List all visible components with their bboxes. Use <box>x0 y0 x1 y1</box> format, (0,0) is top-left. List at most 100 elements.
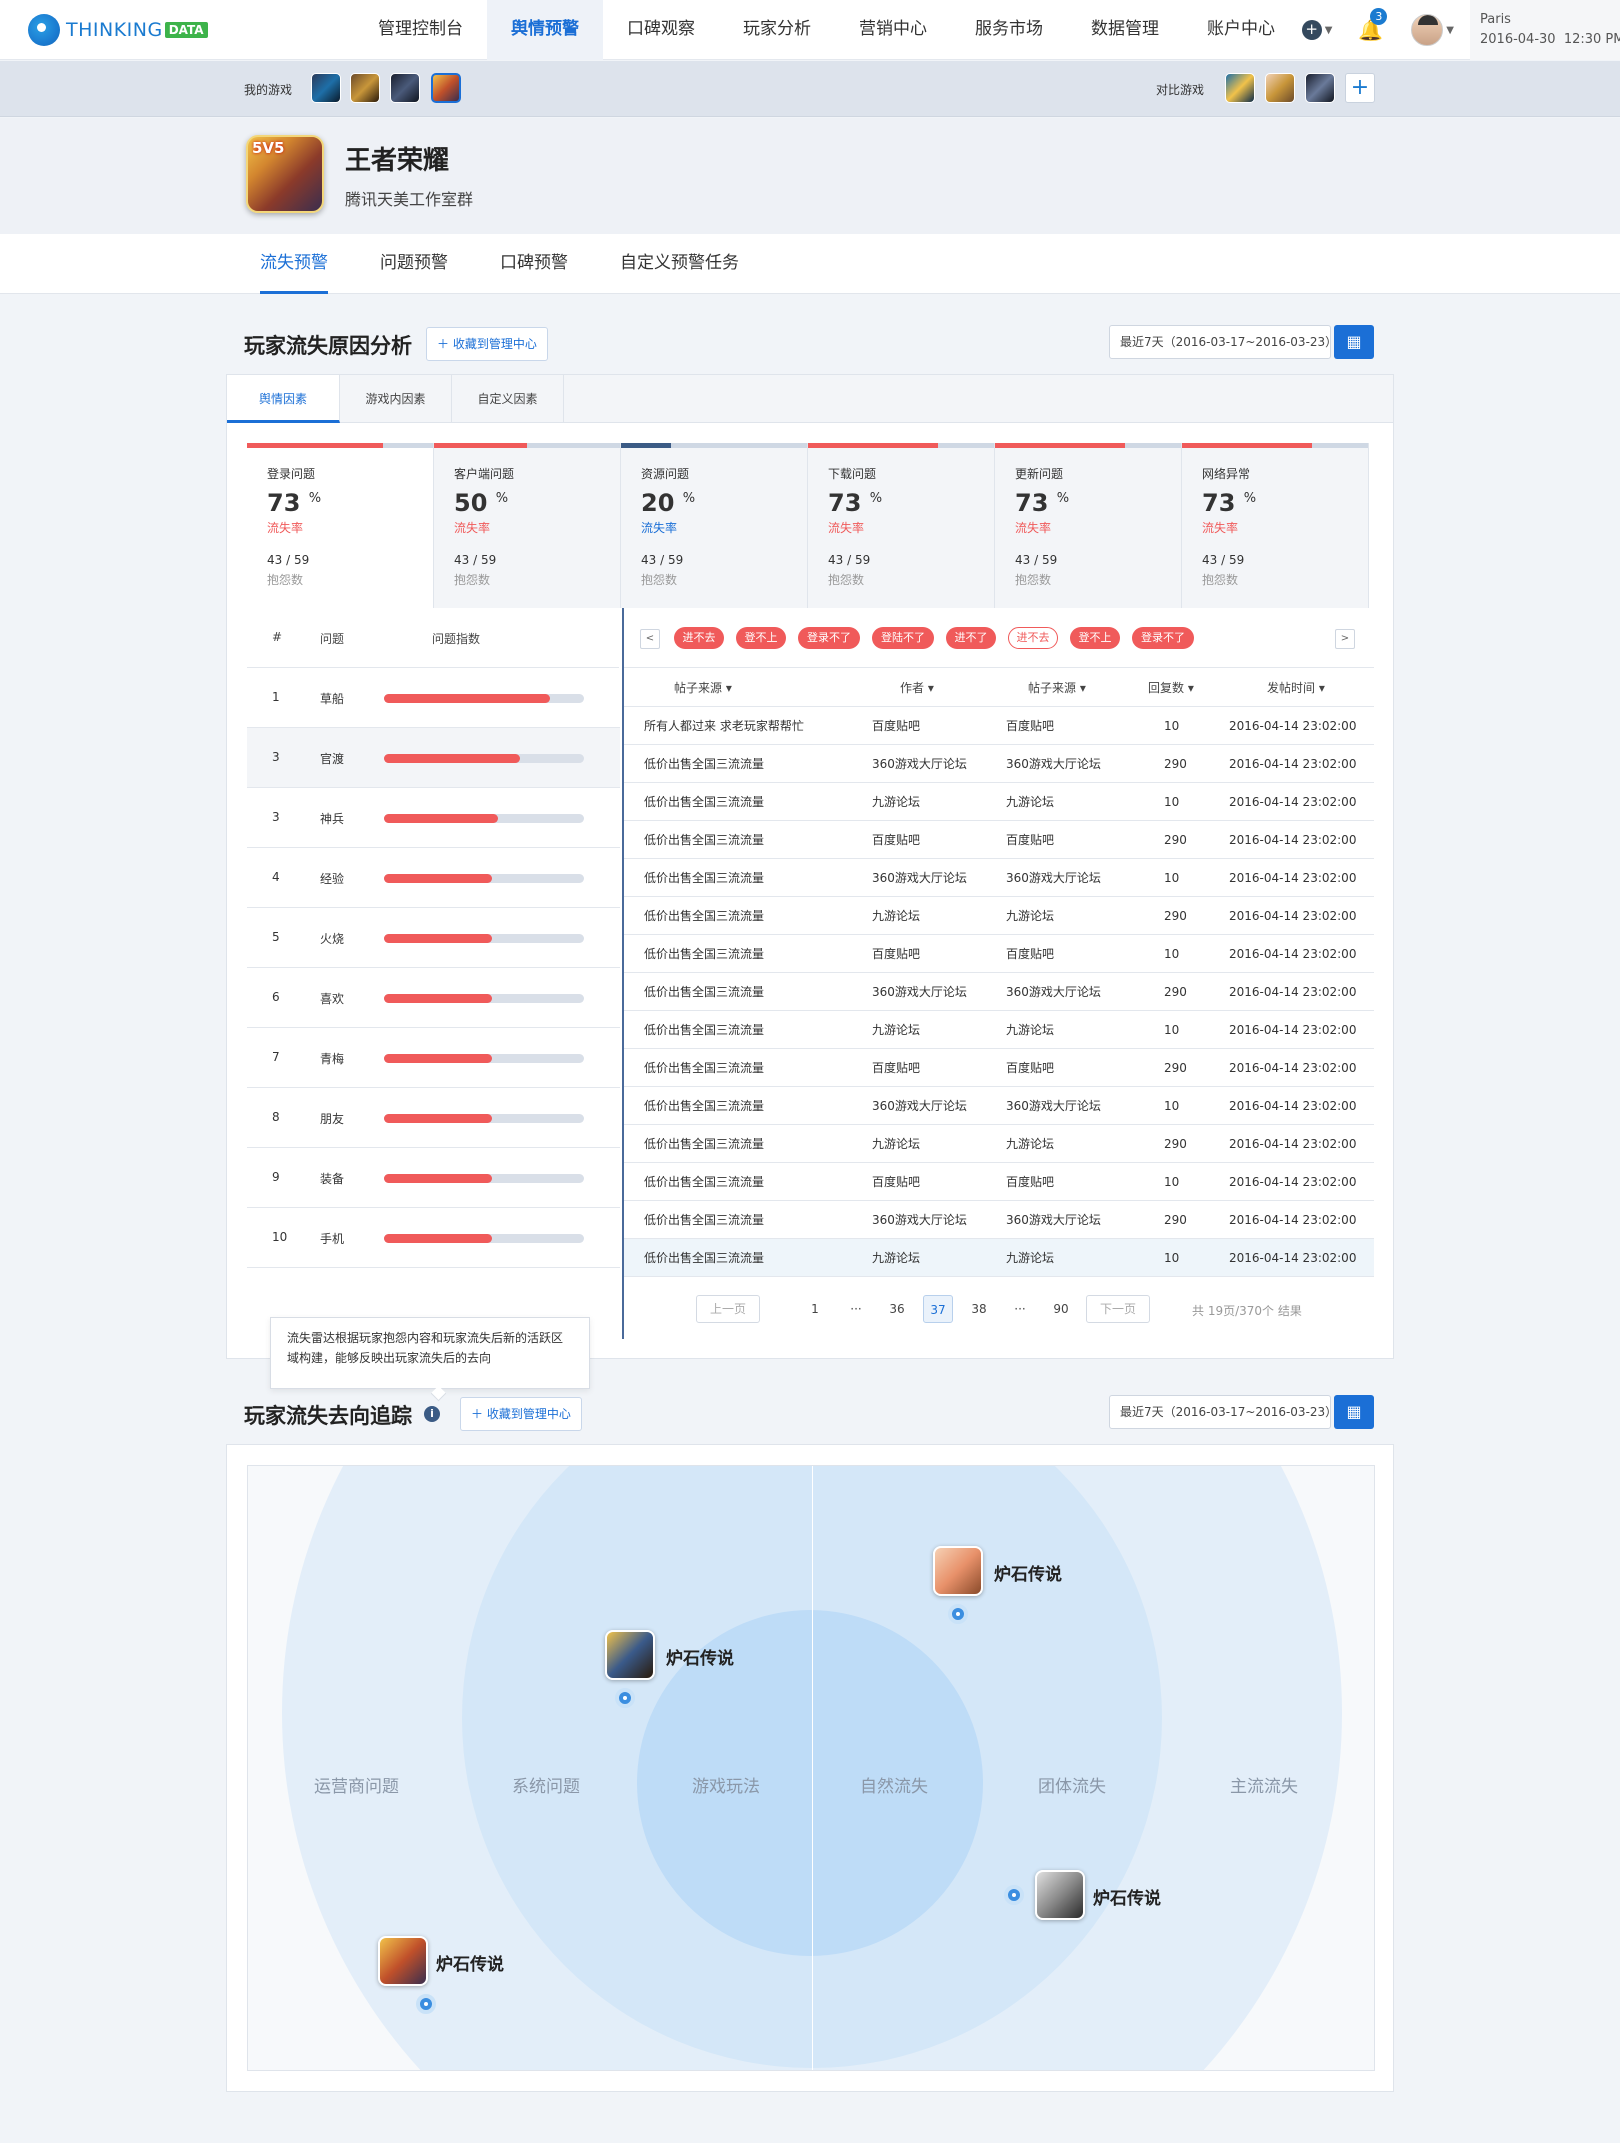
tab-churn-warning[interactable]: 流失预警 <box>260 234 328 294</box>
table-row[interactable]: 低价出售全国三流流量 360游戏大厅论坛 360游戏大厅论坛 290 2016-04-1… <box>624 1201 1374 1239</box>
nav-item[interactable]: 数据管理 <box>1067 0 1183 60</box>
game-marker-icon[interactable] <box>378 1936 428 1986</box>
table-cell[interactable]: 低价出售全国三流流量 <box>644 783 764 821</box>
metric-card[interactable]: 更新问题 73 % 流失率 43 / 59 抱怨数 <box>995 443 1182 608</box>
tab-reputation-warning[interactable]: 口碑预警 <box>500 234 568 294</box>
keyword-tag[interactable]: 登不上 <box>736 627 786 649</box>
table-cell[interactable]: 所有人都过来 求老玩家帮帮忙 <box>644 707 804 745</box>
table-cell[interactable]: 低价出售全国三流流量 <box>644 1087 764 1125</box>
table-row[interactable]: 3 官渡 <box>247 728 620 788</box>
table-cell[interactable]: 低价出售全国三流流量 <box>644 745 764 783</box>
keyword-tag[interactable]: 登录不了 <box>798 627 860 649</box>
col-post-source[interactable]: 帖子来源 ▾ <box>674 669 732 707</box>
table-row[interactable]: 1 草船 <box>247 668 620 728</box>
chevron-down-icon[interactable]: ▼ <box>1446 25 1454 36</box>
info-icon[interactable]: i <box>424 1406 440 1422</box>
col-post-source-2[interactable]: 帖子来源 ▾ <box>1028 669 1086 707</box>
table-row[interactable]: 4 经验 <box>247 848 620 908</box>
table-cell[interactable]: 低价出售全国三流流量 <box>644 859 764 897</box>
table-cell[interactable]: 低价出售全国三流流量 <box>644 1011 764 1049</box>
page-number[interactable]: 37 <box>923 1295 953 1323</box>
add-to-dashboard-button[interactable]: ＋ 收藏到管理中心 <box>426 327 548 361</box>
table-cell[interactable]: 低价出售全国三流流量 <box>644 1201 764 1239</box>
table-row[interactable]: 低价出售全国三流流量 百度贴吧 百度贴吧 290 2016-04-14 23:02:00 <box>624 1049 1374 1087</box>
game-icon-selected[interactable] <box>431 73 461 103</box>
table-cell[interactable]: 低价出售全国三流流量 <box>644 973 764 1011</box>
keyword-tag[interactable]: 登录不了 <box>1132 627 1194 649</box>
nav-item[interactable]: 管理控制台 <box>354 0 487 60</box>
table-cell[interactable]: 低价出售全国三流流量 <box>644 935 764 973</box>
table-row[interactable]: 低价出售全国三流流量 九游论坛 九游论坛 290 2016-04-14 23:02:00 <box>624 897 1374 935</box>
col-author[interactable]: 作者 ▾ <box>900 669 934 707</box>
tab-ingame[interactable]: 游戏内因素 <box>340 375 452 423</box>
tab-custom[interactable]: 自定义因素 <box>452 375 564 423</box>
keyword-tag[interactable]: 进不去 <box>674 627 724 649</box>
table-cell[interactable]: 低价出售全国三流流量 <box>644 1125 764 1163</box>
table-row[interactable]: 低价出售全国三流流量 百度贴吧 百度贴吧 10 2016-04-14 23:02:00 <box>624 1163 1374 1201</box>
game-marker-icon[interactable] <box>933 1546 983 1596</box>
table-row[interactable]: 6 喜欢 <box>247 968 620 1028</box>
next-page-button[interactable]: 下一页 <box>1086 1295 1150 1323</box>
page-number[interactable]: 36 <box>882 1295 912 1323</box>
metric-card[interactable]: 下载问题 73 % 流失率 43 / 59 抱怨数 <box>808 443 995 608</box>
radar-point[interactable] <box>416 1994 436 2014</box>
notifications-button[interactable]: 🔔 3 <box>1358 8 1388 42</box>
table-cell[interactable]: 低价出售全国三流流量 <box>644 1049 764 1087</box>
table-row[interactable]: 8 朋友 <box>247 1088 620 1148</box>
radar-point[interactable] <box>615 1688 635 1708</box>
table-row[interactable]: 低价出售全国三流流量 360游戏大厅论坛 360游戏大厅论坛 290 2016-04-1… <box>624 973 1374 1011</box>
nav-item[interactable]: 舆情预警 <box>487 0 603 60</box>
date-range-picker[interactable]: 最近7天（2016-03-17~2016-03-23） <box>1109 1395 1337 1429</box>
table-row[interactable]: 7 青梅 <box>247 1028 620 1088</box>
table-row[interactable]: 5 火烧 <box>247 908 620 968</box>
col-replies[interactable]: 回复数 ▾ <box>1148 669 1194 707</box>
table-row[interactable]: 低价出售全国三流流量 九游论坛 九游论坛 10 2016-04-14 23:02:00 <box>624 1011 1374 1049</box>
table-row[interactable]: 3 神兵 <box>247 788 620 848</box>
metric-card[interactable]: 客户端问题 50 % 流失率 43 / 59 抱怨数 <box>434 443 621 608</box>
table-row[interactable]: 所有人都过来 求老玩家帮帮忙 百度贴吧 百度贴吧 10 2016-04-14 23:02… <box>624 707 1374 745</box>
nav-item[interactable]: 账户中心 <box>1183 0 1299 60</box>
page-number[interactable]: 1 <box>800 1295 830 1323</box>
table-row[interactable]: 低价出售全国三流流量 百度贴吧 百度贴吧 290 2016-04-14 23:02:00 <box>624 821 1374 859</box>
nav-item[interactable]: 服务市场 <box>951 0 1067 60</box>
tab-issue-warning[interactable]: 问题预警 <box>380 234 448 294</box>
metric-card[interactable]: 登录问题 73 % 流失率 43 / 59 抱怨数 <box>247 443 434 608</box>
game-icon[interactable] <box>390 73 420 103</box>
keyword-tag[interactable]: 登陆不了 <box>872 627 934 649</box>
metric-card[interactable]: 资源问题 20 % 流失率 43 / 59 抱怨数 <box>621 443 808 608</box>
table-row[interactable]: 低价出售全国三流流量 百度贴吧 百度贴吧 10 2016-04-14 23:02:00 <box>624 935 1374 973</box>
calendar-icon[interactable]: ▦ <box>1334 325 1374 359</box>
compare-game-icon[interactable] <box>1265 73 1295 103</box>
chevron-left-icon[interactable]: < <box>640 629 660 649</box>
page-number[interactable]: 90 <box>1046 1295 1076 1323</box>
prev-page-button[interactable]: 上一页 <box>696 1295 760 1323</box>
add-compare-game-button[interactable]: + <box>1345 73 1375 103</box>
table-row[interactable]: 低价出售全国三流流量 九游论坛 九游论坛 10 2016-04-14 23:02:00 <box>624 783 1374 821</box>
logo[interactable]: THINKING DATA <box>28 14 208 46</box>
nav-item[interactable]: 玩家分析 <box>719 0 835 60</box>
add-to-dashboard-button[interactable]: ＋ 收藏到管理中心 <box>460 1397 582 1431</box>
table-row[interactable]: 10 手机 <box>247 1208 620 1268</box>
game-marker-icon[interactable] <box>1035 1870 1085 1920</box>
table-cell[interactable]: 低价出售全国三流流量 <box>644 1163 764 1201</box>
tab-custom-warning[interactable]: 自定义预警任务 <box>620 234 739 294</box>
radar-point[interactable] <box>1004 1885 1024 1905</box>
nav-item[interactable]: 营销中心 <box>835 0 951 60</box>
tab-public-opinion[interactable]: 舆情因素 <box>227 375 340 423</box>
metric-card[interactable]: 网络异常 73 % 流失率 43 / 59 抱怨数 <box>1182 443 1369 608</box>
game-icon[interactable] <box>311 73 341 103</box>
nav-item[interactable]: 口碑观察 <box>603 0 719 60</box>
compare-game-icon[interactable] <box>1305 73 1335 103</box>
chevron-right-icon[interactable]: > <box>1335 629 1355 649</box>
page-number[interactable]: 38 <box>964 1295 994 1323</box>
table-cell[interactable]: 低价出售全国三流流量 <box>644 1239 764 1277</box>
keyword-tag[interactable]: 登不上 <box>1070 627 1120 649</box>
table-row[interactable]: 低价出售全国三流流量 九游论坛 九游论坛 290 2016-04-14 23:02:00 <box>624 1125 1374 1163</box>
avatar[interactable] <box>1411 14 1444 46</box>
table-row[interactable]: 低价出售全国三流流量 九游论坛 九游论坛 10 2016-04-14 23:02:00 <box>624 1239 1374 1277</box>
game-marker-icon[interactable] <box>605 1630 655 1680</box>
col-post-time[interactable]: 发帖时间 ▾ <box>1267 669 1325 707</box>
date-range-picker[interactable]: 最近7天（2016-03-17~2016-03-23） <box>1109 325 1337 359</box>
table-cell[interactable]: 低价出售全国三流流量 <box>644 897 764 935</box>
table-row[interactable]: 9 装备 <box>247 1148 620 1208</box>
